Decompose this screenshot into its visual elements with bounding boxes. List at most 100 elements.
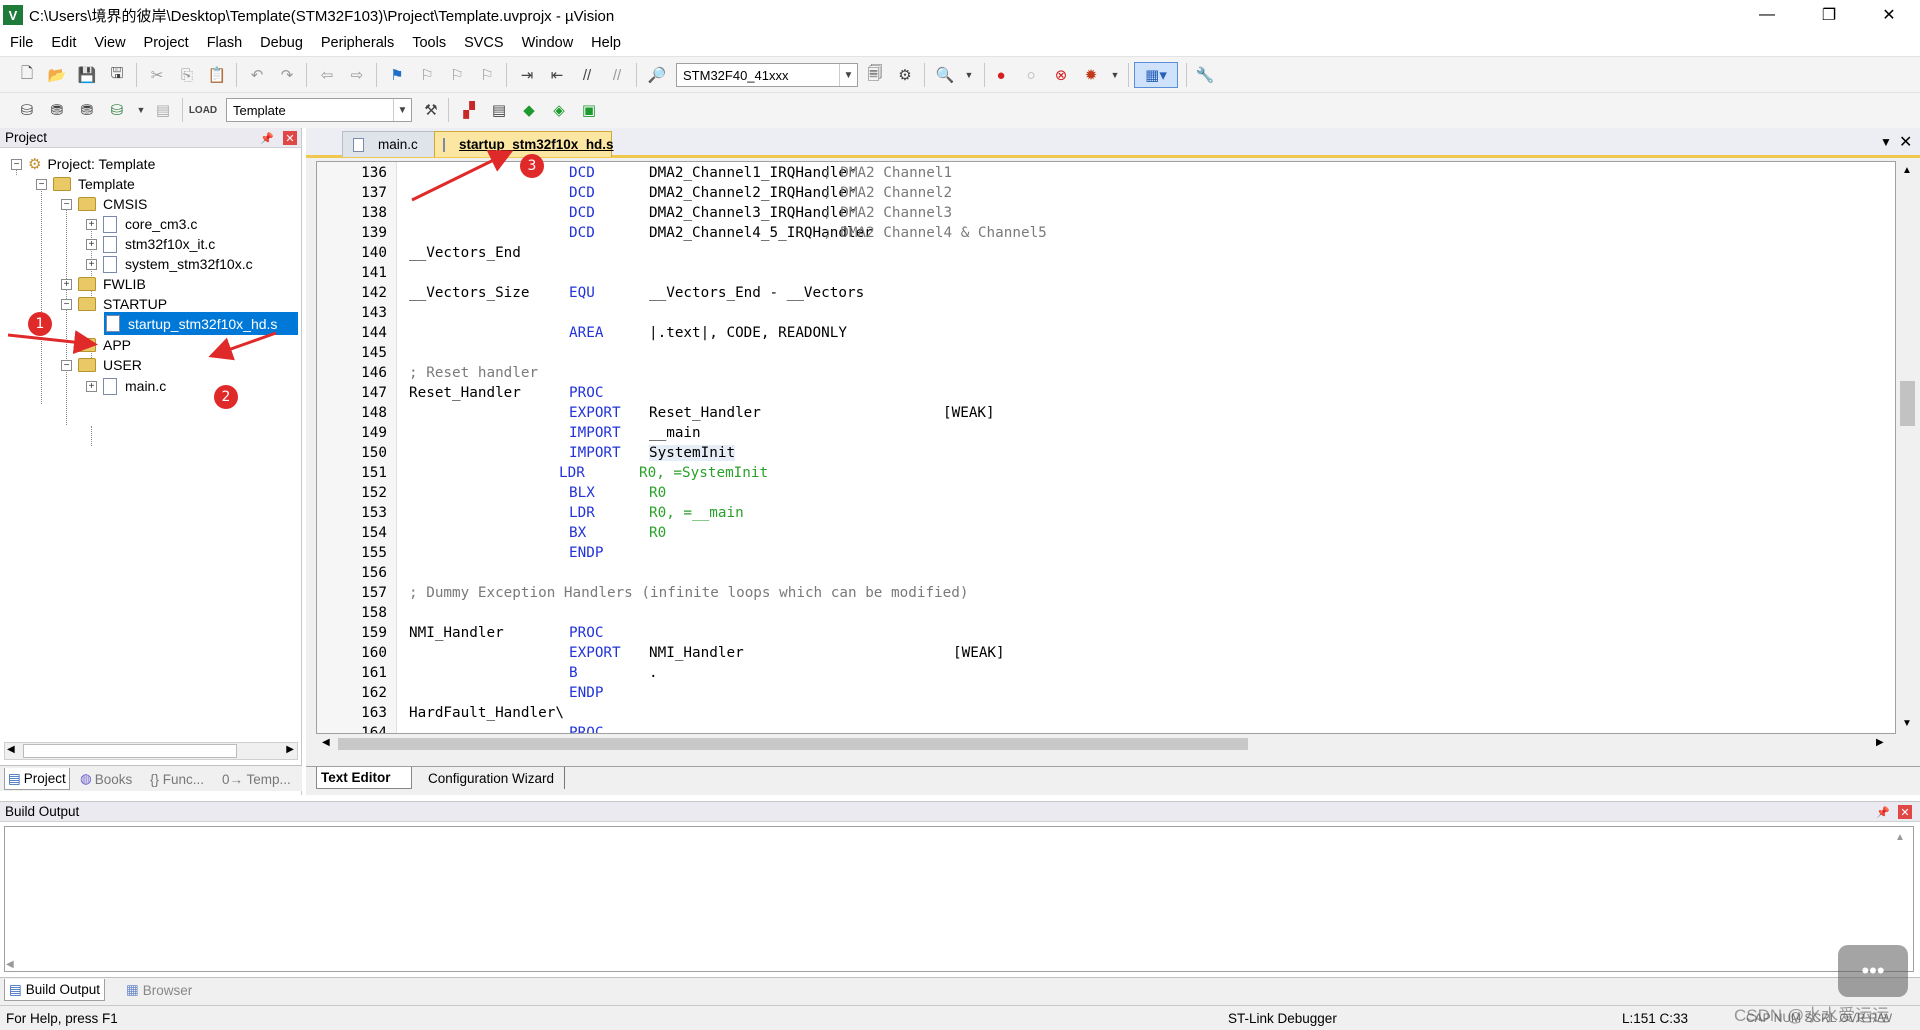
tree-item-group-cmsis[interactable]: − CMSIS [61, 193, 147, 215]
scrollbar-thumb[interactable] [338, 738, 1248, 750]
expand-icon[interactable]: + [86, 380, 97, 392]
download-icon[interactable]: LOAD [189, 99, 217, 121]
minimize-button[interactable]: — [1744, 0, 1790, 30]
scroll-right-icon[interactable]: ▶ [286, 744, 294, 755]
menu-project[interactable]: Project [135, 35, 198, 51]
save-all-icon[interactable]: 🖫 [106, 64, 128, 86]
start-debug-icon[interactable]: 🔍 [934, 64, 956, 86]
tree-item-group-fwlib[interactable]: + FWLIB [61, 273, 146, 295]
pin-icon[interactable]: 📌 [260, 131, 274, 145]
copy-icon[interactable]: ⎘ [176, 64, 198, 86]
unindent-icon[interactable]: ⇤ [546, 64, 568, 86]
batch-build-icon[interactable]: ⛁ [106, 99, 128, 121]
close-icon[interactable]: ✕ [283, 131, 297, 145]
indent-icon[interactable]: ⇥ [516, 64, 538, 86]
new-file-icon[interactable]: 🗋 [16, 64, 38, 86]
chevron-down-icon[interactable]: ▼ [130, 99, 152, 121]
menu-file[interactable]: File [0, 35, 42, 51]
target-options-icon[interactable]: ⚒ [420, 99, 442, 121]
enable-breakpoint-icon[interactable]: ○ [1020, 64, 1042, 86]
translate-icon[interactable]: ⛁ [16, 99, 38, 121]
tab-functions[interactable]: {} Func... [150, 768, 204, 790]
pack-installer-icon[interactable]: ▣ [578, 99, 600, 121]
collapse-icon[interactable]: − [61, 298, 72, 310]
build-icon[interactable]: ⛃ [46, 99, 68, 121]
collapse-icon[interactable]: − [61, 359, 72, 371]
target-combo[interactable]: Template ▼ [226, 98, 412, 122]
tab-project[interactable]: ▤ Project [4, 768, 70, 790]
tab-books[interactable]: ◍ Books [80, 768, 132, 790]
scroll-up-icon[interactable]: ▲ [1902, 165, 1912, 176]
menu-edit[interactable]: Edit [42, 35, 85, 51]
scroll-down-icon[interactable]: ▼ [1902, 718, 1912, 729]
navigate-back-icon[interactable]: ⇦ [316, 64, 338, 86]
tab-templates[interactable]: 0→ Temp... [222, 768, 291, 790]
menu-tools[interactable]: Tools [403, 35, 455, 51]
tab-text-editor[interactable]: Text Editor [316, 767, 412, 789]
menu-view[interactable]: View [85, 35, 134, 51]
tree-item-group-app[interactable]: APP [78, 334, 131, 356]
project-hscrollbar[interactable]: ◀ ▶ [4, 742, 298, 760]
tree-item-file-system-stm32f10x[interactable]: + system_stm32f10x.c [86, 253, 253, 275]
next-bookmark-icon[interactable]: ⚐ [446, 64, 468, 86]
tree-item-file-core-cm3[interactable]: + core_cm3.c [86, 213, 197, 235]
chevron-down-icon[interactable]: ▼ [839, 64, 857, 86]
uncomment-icon[interactable]: // [606, 64, 628, 86]
incremental-find-icon[interactable]: 🗐 [864, 64, 886, 86]
scroll-up-icon[interactable]: ▲ [1895, 832, 1905, 843]
close-icon[interactable]: ✕ [1898, 805, 1912, 819]
tree-item-project-root[interactable]: − ⚙ Project: Template [11, 153, 155, 175]
pin-icon[interactable]: 📌 [1876, 805, 1890, 819]
menu-debug[interactable]: Debug [251, 35, 312, 51]
scroll-right-icon[interactable]: ▶ [1876, 737, 1884, 748]
debug-session-icon[interactable]: ⚙ [894, 64, 916, 86]
menu-window[interactable]: Window [513, 35, 583, 51]
scroll-left-icon[interactable]: ◀ [7, 744, 15, 755]
rebuild-icon[interactable]: ⛃ [76, 99, 98, 121]
scroll-left-icon[interactable]: ◀ [6, 959, 14, 970]
configure-icon[interactable]: 🔧 [1194, 64, 1216, 86]
tab-browser[interactable]: ▦ Browser [126, 979, 192, 1001]
window-layout-icon[interactable]: ▦▾ [1134, 62, 1178, 88]
scrollbar-thumb[interactable] [1900, 381, 1915, 426]
stop-build-icon[interactable]: ▤ [152, 99, 174, 121]
build-output-text[interactable] [4, 826, 1914, 972]
menu-peripherals[interactable]: Peripherals [312, 35, 403, 51]
tab-configuration-wizard[interactable]: Configuration Wizard [418, 767, 566, 789]
tab-list-dropdown-icon[interactable]: ▼ [1880, 135, 1892, 149]
manage-multi-project-icon[interactable]: ▤ [488, 99, 510, 121]
find-in-files-icon[interactable]: 🔎 [646, 64, 668, 86]
expand-icon[interactable]: + [61, 278, 72, 290]
device-combo[interactable]: STM32F40_41xxx ▼ [676, 63, 858, 87]
disable-breakpoints-icon[interactable]: ⊗ [1050, 64, 1072, 86]
collapse-icon[interactable]: − [11, 158, 22, 170]
menu-help[interactable]: Help [582, 35, 630, 51]
tab-startup-active[interactable]: startup_stm32f10x_hd.s [434, 131, 614, 157]
kill-breakpoints-icon[interactable]: ✹ [1080, 64, 1102, 86]
select-software-packs-icon[interactable]: ◈ [548, 99, 570, 121]
navigate-forward-icon[interactable]: ⇨ [346, 64, 368, 86]
insert-breakpoint-icon[interactable]: ● [990, 64, 1012, 86]
redo-icon[interactable]: ↷ [276, 64, 298, 86]
manage-project-items-icon[interactable]: ▞ [458, 99, 480, 121]
save-icon[interactable]: 💾 [76, 64, 98, 86]
tab-build-output[interactable]: ▤ Build Output [4, 979, 106, 1001]
close-button[interactable]: ✕ [1866, 0, 1912, 30]
expand-icon[interactable]: + [86, 218, 97, 230]
paste-icon[interactable]: 📋 [206, 64, 228, 86]
undo-icon[interactable]: ↶ [246, 64, 268, 86]
close-tab-icon[interactable]: ✕ [1899, 132, 1912, 152]
tree-item-file-startup-selected[interactable]: startup_stm32f10x_hd.s [104, 312, 298, 335]
code-hscrollbar[interactable]: ◀ ▶ [316, 734, 1896, 754]
code-editor[interactable]: 136 DCD DMA2_Channel1_IRQHandler; DMA2 Cha… [316, 161, 1896, 734]
tree-item-file-main[interactable]: + main.c [86, 375, 166, 397]
restore-button[interactable]: ❐ [1806, 0, 1852, 30]
clear-bookmarks-icon[interactable]: ⚐ [476, 64, 498, 86]
menu-flash[interactable]: Flash [198, 35, 251, 51]
build-output-hscrollbar[interactable]: ◀ [6, 954, 1890, 970]
expand-icon[interactable]: + [86, 238, 97, 250]
scrollbar-thumb[interactable] [23, 744, 237, 758]
collapse-icon[interactable]: − [61, 198, 72, 210]
scroll-left-icon[interactable]: ◀ [322, 737, 330, 748]
menu-svcs[interactable]: SVCS [455, 35, 513, 51]
